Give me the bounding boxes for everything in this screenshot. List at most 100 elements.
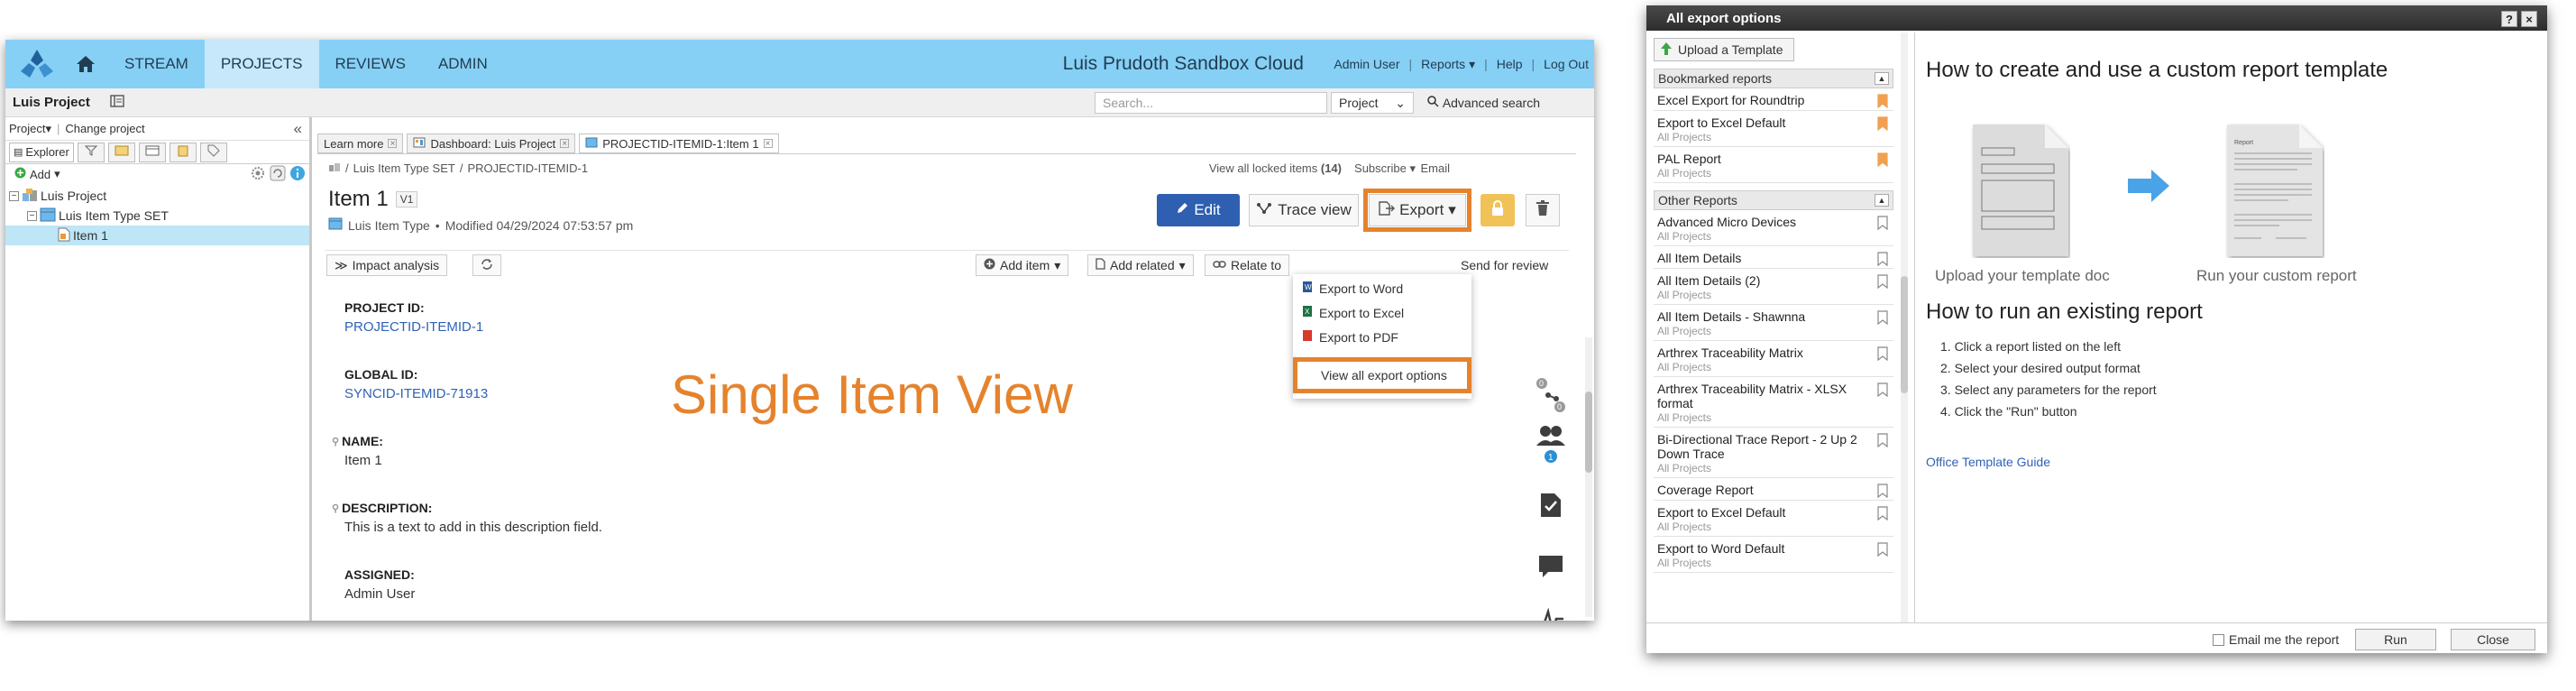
refresh-button[interactable] (472, 254, 501, 276)
export-button[interactable]: Export ▾ (1363, 189, 1471, 232)
nav-tab-reviews[interactable]: REVIEWS (319, 40, 422, 88)
collapse-toggle-icon[interactable]: − (27, 210, 37, 221)
bookmarked-reports-header[interactable]: Bookmarked reports ▲ (1654, 69, 1893, 88)
search-input[interactable]: Search... (1095, 92, 1327, 114)
tab-item[interactable]: PROJECTID-ITEMID-1:Item 1 × (579, 134, 779, 153)
collapse-toggle-icon[interactable]: − (9, 190, 19, 201)
settings-icon[interactable] (250, 165, 266, 185)
run-button[interactable]: Run (2355, 629, 2436, 650)
send-for-review-button[interactable]: Send for review (1453, 254, 1555, 276)
other-reports-header[interactable]: Other Reports ▲ (1654, 190, 1893, 210)
bookmark-filled-icon[interactable] (1877, 116, 1888, 134)
tab-learn-more[interactable]: Learn more × (317, 134, 404, 153)
upload-template-button[interactable]: Upload a Template (1654, 38, 1794, 61)
bookmark-icon[interactable] (1877, 506, 1888, 523)
assigned-value[interactable]: Admin User (344, 584, 976, 603)
close-icon[interactable]: × (388, 139, 398, 149)
scrollbar-thumb[interactable] (1585, 392, 1592, 473)
report-item[interactable]: Advanced Micro Devices All Projects (1654, 210, 1893, 246)
bookmark-icon[interactable] (1877, 382, 1888, 400)
nav-tab-stream[interactable]: STREAM (108, 40, 205, 88)
logout-link[interactable]: Log Out (1544, 57, 1589, 71)
help-button[interactable]: ? (2501, 11, 2517, 27)
refresh-icon[interactable] (270, 165, 286, 185)
project-menu[interactable]: Project▾ (9, 122, 51, 136)
impact-analysis-button[interactable]: ≫ Impact analysis (326, 254, 448, 276)
filter-tab[interactable] (77, 142, 105, 162)
report-item[interactable]: All Item Details (1654, 246, 1893, 269)
collaborators-icon[interactable]: 1 (1533, 424, 1569, 464)
bookmark-icon[interactable] (1877, 542, 1888, 559)
clipboard-tab[interactable] (169, 142, 197, 162)
bookmark-icon[interactable] (1877, 252, 1888, 269)
activity-icon[interactable]: 2 (1533, 608, 1569, 621)
bookmark-icon[interactable] (1877, 433, 1888, 450)
breadcrumb-id[interactable]: PROJECTID-ITEMID-1 (467, 161, 588, 175)
bookmark-icon[interactable] (1877, 310, 1888, 327)
report-item[interactable]: Export to Word Default All Projects (1654, 537, 1893, 573)
breadcrumb-type[interactable]: Luis Item Type SET (353, 161, 455, 175)
advanced-search-link[interactable]: Advanced search (1427, 92, 1540, 114)
add-item-button[interactable]: Add item ▾ (976, 254, 1069, 276)
collapse-up-icon[interactable]: ▲ (1875, 72, 1889, 85)
project-icon[interactable] (328, 161, 341, 175)
name-value[interactable]: Item 1 (344, 450, 976, 470)
window-tab[interactable] (138, 142, 166, 162)
report-item[interactable]: PAL Report All Projects (1654, 147, 1893, 183)
report-item[interactable]: All Item Details - Shawnna All Projects (1654, 305, 1893, 341)
comments-icon[interactable] (1533, 554, 1569, 579)
locked-items-link[interactable]: View all locked items (14) (1209, 161, 1342, 175)
email-link[interactable]: Email (1420, 161, 1450, 175)
relationship-graph-icon[interactable]: 00 (1533, 377, 1569, 413)
close-button[interactable]: Close (2451, 629, 2535, 650)
scrollbar-thumb[interactable] (1901, 276, 1908, 393)
export-to-excel[interactable]: X Export to Excel (1293, 300, 1471, 325)
delete-button[interactable] (1526, 194, 1560, 226)
project-panel-icon[interactable] (110, 94, 124, 111)
relate-to-button[interactable]: Relate to (1205, 254, 1290, 276)
checkbox-icon[interactable] (2213, 633, 2224, 646)
relationships-tab[interactable] (107, 142, 135, 162)
collapse-up-icon[interactable]: ▲ (1875, 194, 1889, 207)
nav-tab-admin[interactable]: ADMIN (422, 40, 504, 88)
nav-tab-projects[interactable]: PROJECTS (204, 40, 319, 88)
report-item[interactable]: Excel Export for Roundtrip (1654, 88, 1893, 111)
bookmark-icon[interactable] (1877, 484, 1888, 501)
version-badge[interactable]: V1 (395, 191, 418, 207)
report-item[interactable]: Coverage Report (1654, 478, 1893, 501)
description-value[interactable]: This is a text to add in this descriptio… (344, 517, 976, 537)
help-link[interactable]: Help (1497, 57, 1523, 71)
close-dialog-button[interactable]: × (2521, 11, 2537, 27)
bookmark-icon[interactable] (1877, 216, 1888, 233)
reports-scrollbar[interactable] (1901, 32, 1908, 622)
bookmark-icon[interactable] (1877, 274, 1888, 291)
tab-explorer[interactable]: ▤ Explorer (9, 142, 74, 162)
export-to-word[interactable]: W Export to Word (1293, 276, 1471, 300)
bookmark-filled-icon[interactable] (1877, 94, 1888, 111)
tab-dashboard[interactable]: Dashboard: Luis Project × (407, 134, 576, 153)
subscribe-menu[interactable]: Subscribe ▾ (1354, 161, 1416, 176)
main-scrollbar[interactable] (1585, 337, 1592, 617)
bookmark-icon[interactable] (1877, 346, 1888, 364)
project-id-value[interactable]: PROJECTID-ITEMID-1 (344, 317, 976, 336)
report-item[interactable]: All Item Details (2) All Projects (1654, 269, 1893, 305)
change-project-link[interactable]: Change project (65, 122, 144, 135)
add-related-button[interactable]: Add related ▾ (1087, 254, 1194, 276)
email-me-checkbox[interactable]: Email me the report (2213, 632, 2339, 647)
close-icon[interactable]: × (763, 139, 773, 149)
report-item[interactable]: Export to Excel Default All Projects (1654, 111, 1893, 147)
bookmark-filled-icon[interactable] (1877, 152, 1888, 170)
trace-view-button[interactable]: Trace view (1249, 194, 1359, 226)
report-item[interactable]: Export to Excel Default All Projects (1654, 501, 1893, 537)
info-icon[interactable] (289, 165, 306, 185)
edit-button[interactable]: Edit (1157, 194, 1240, 226)
logo-icon[interactable] (11, 40, 63, 88)
report-item[interactable]: Bi-Directional Trace Report - 2 Up 2 Dow… (1654, 428, 1893, 478)
office-template-guide-link[interactable]: Office Template Guide (1926, 455, 2050, 469)
tree-item-item[interactable]: Item 1 (5, 226, 309, 245)
tree-item-set[interactable]: − Luis Item Type SET (5, 206, 309, 226)
reports-menu[interactable]: Reports ▾ (1421, 57, 1475, 72)
view-all-export-options[interactable]: View all export options (1293, 357, 1471, 393)
search-scope-select[interactable]: Project ⌄ (1331, 92, 1414, 114)
collapse-icon[interactable]: « (294, 120, 302, 138)
